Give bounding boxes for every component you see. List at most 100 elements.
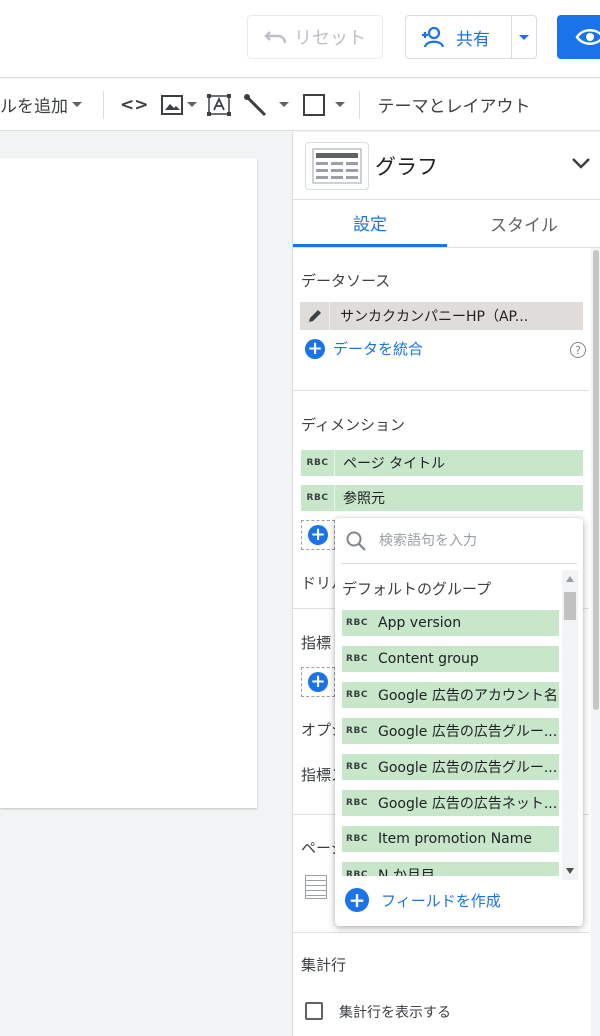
share-main[interactable]: 共有 <box>406 16 512 58</box>
top-bar: リセット 共有 <box>0 0 600 78</box>
field-label: Google 広告のアカウント名 <box>378 688 558 704</box>
field-search-input[interactable] <box>379 533 559 549</box>
field-item[interactable]: RBC Content group <box>342 646 559 672</box>
search-icon <box>346 531 366 551</box>
chart-type-selector[interactable]: グラフ <box>293 132 600 200</box>
field-item[interactable]: RBC Google 広告の広告グルー... <box>342 718 559 744</box>
add-person-icon <box>422 26 445 48</box>
text-type-icon: RBC <box>301 485 335 511</box>
field-label: Google 広告の広告グルー... <box>378 724 558 740</box>
reset-label: リセット <box>294 28 366 49</box>
field-item[interactable]: RBC App version <box>342 610 559 636</box>
shape-button[interactable] <box>302 93 345 116</box>
section-divider <box>293 390 589 391</box>
theme-layout-button[interactable]: テーマとレイアウト <box>378 92 531 117</box>
field-label: Content group <box>378 651 479 667</box>
text-type-icon: RBC <box>346 798 368 808</box>
text-type-icon: RBC <box>346 654 368 664</box>
image-button[interactable] <box>160 94 197 115</box>
toolbar: ルを追加 <> テーマとレイアウト <box>0 79 600 131</box>
chart-type-label: グラフ <box>375 154 438 179</box>
search-underline <box>341 563 577 564</box>
image-icon <box>160 94 183 115</box>
share-dropdown[interactable] <box>512 34 536 40</box>
dimension-chip[interactable]: RBC 参照元 <box>301 485 583 511</box>
text-type-icon: RBC <box>346 726 368 736</box>
panel-tabs: 設定 スタイル <box>293 200 600 248</box>
blend-data-link[interactable]: + データを統合 <box>305 338 423 359</box>
field-label: N か月目 <box>378 868 435 876</box>
show-summary-label: 集計行を表示する <box>339 1005 451 1021</box>
add-metric-button[interactable]: + <box>301 667 335 697</box>
add-circle-icon: + <box>305 338 325 359</box>
field-item[interactable]: RBC Google 広告のアカウント名 <box>342 682 559 708</box>
report-page[interactable] <box>0 158 257 808</box>
datasource-name: サンカクカンパニーHP（AP... <box>340 309 529 325</box>
edit-pencil-icon[interactable] <box>300 302 330 330</box>
add-circle-icon: + <box>308 525 328 545</box>
table-chart-icon <box>305 141 369 190</box>
report-canvas[interactable] <box>0 132 292 1036</box>
dimension-label: ページ タイトル <box>343 456 446 472</box>
reset-button[interactable]: リセット <box>247 15 383 59</box>
tab-setup[interactable]: 設定 <box>293 200 447 247</box>
dimension-label: 参照元 <box>343 491 385 507</box>
chevron-down-icon <box>519 34 529 40</box>
metric-heading: 指標 <box>301 634 332 652</box>
text-button[interactable] <box>206 93 231 116</box>
datasource-heading: データソース <box>301 272 391 290</box>
create-field-label: フィールドを作成 <box>381 891 501 910</box>
field-item[interactable]: RBC Google 広告の広告ネット... <box>342 790 559 816</box>
eye-icon <box>575 29 600 45</box>
field-list-scrollbar[interactable] <box>562 570 578 880</box>
dimension-heading: ディメンション <box>301 416 405 434</box>
add-control-label: ルを追加 <box>0 97 68 117</box>
scroll-up-icon[interactable] <box>566 576 574 582</box>
rectangle-icon <box>302 93 325 116</box>
field-picker-popup: デフォルトのグループ RBC App version RBC Content gro… <box>335 518 583 926</box>
share-button[interactable]: 共有 <box>405 15 537 59</box>
line-button[interactable] <box>243 93 289 117</box>
code-icon: <> <box>120 94 149 115</box>
chevron-down-icon <box>186 102 197 107</box>
chevron-down-icon <box>72 102 82 107</box>
text-type-icon: RBC <box>301 450 335 476</box>
section-divider <box>293 932 589 933</box>
field-list-scroll-thumb[interactable] <box>564 592 576 620</box>
tab-style[interactable]: スタイル <box>447 200 600 247</box>
blend-data-label: データを統合 <box>333 340 424 358</box>
view-button[interactable] <box>557 15 600 59</box>
dimension-chip[interactable]: RBC ページ タイトル <box>301 450 583 476</box>
text-type-icon: RBC <box>346 834 368 844</box>
chevron-down-icon <box>278 102 289 107</box>
field-item[interactable]: RBC Google 広告の広告グルー... <box>342 754 559 780</box>
code-button[interactable]: <> <box>120 95 149 115</box>
show-summary-checkbox[interactable] <box>305 1002 323 1020</box>
chevron-down-icon <box>334 102 345 107</box>
summary-row-heading: 集計行 <box>301 956 347 974</box>
share-label: 共有 <box>456 29 490 50</box>
field-label: Item promotion Name <box>378 831 532 847</box>
add-control-menu[interactable]: ルを追加 <box>0 92 87 117</box>
line-icon <box>243 93 266 116</box>
create-field-button[interactable]: + フィールドを作成 <box>345 888 501 912</box>
text-type-icon: RBC <box>346 618 368 628</box>
field-list: RBC App version RBC Content group RBC Googl… <box>335 608 559 876</box>
text-type-icon: RBC <box>346 762 368 772</box>
field-search <box>335 518 583 564</box>
field-item[interactable]: RBC N か月目 <box>342 862 559 876</box>
undo-icon <box>264 31 287 44</box>
chevron-down-icon <box>572 158 590 169</box>
text-type-icon: RBC <box>346 870 368 876</box>
scroll-down-icon[interactable] <box>566 868 574 874</box>
add-dimension-button[interactable]: + <box>301 520 335 550</box>
toolbar-divider <box>358 90 360 119</box>
text-type-icon: RBC <box>346 690 368 700</box>
text-box-icon <box>206 93 231 116</box>
panel-scrollbar-thumb[interactable] <box>593 250 599 710</box>
field-group-title: デフォルトのグループ <box>342 580 492 598</box>
datasource-chip[interactable]: サンカクカンパニーHP（AP... <box>300 302 583 330</box>
help-icon[interactable]: ? <box>570 342 586 358</box>
rows-per-page-icon <box>305 875 327 899</box>
field-item[interactable]: RBC Item promotion Name <box>342 826 559 852</box>
